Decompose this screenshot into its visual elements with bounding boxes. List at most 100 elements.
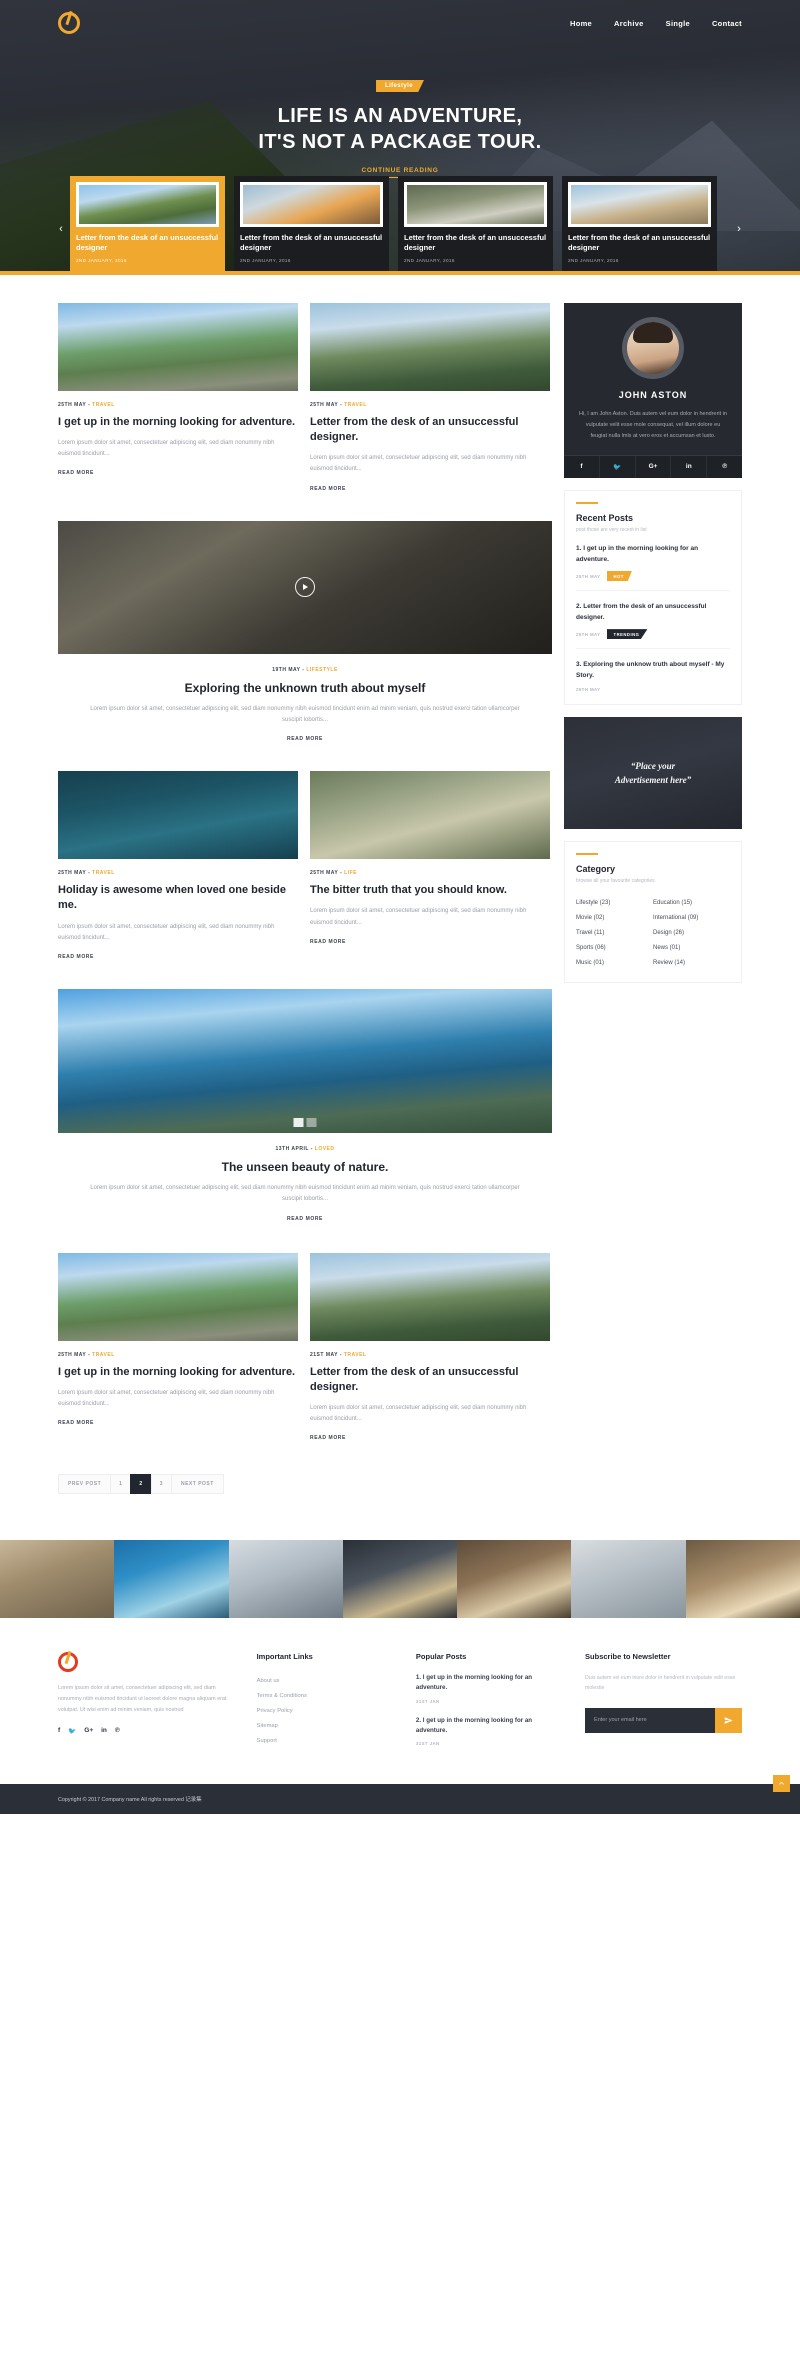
pagination-page-3[interactable]: 3 (150, 1474, 172, 1495)
play-icon[interactable] (295, 577, 315, 598)
footer-link-sitemap[interactable]: Sitemap (257, 1718, 394, 1733)
post-title[interactable]: The unseen beauty of nature. (58, 1159, 552, 1176)
gallery-image[interactable] (457, 1540, 572, 1619)
twitter-icon[interactable]: 🐦 (68, 1727, 76, 1735)
post-title[interactable]: The bitter truth that you should know. (310, 883, 550, 898)
post-read-more-button[interactable]: READ MORE (287, 1216, 323, 1222)
gallery-image[interactable] (0, 1540, 115, 1619)
pagination-next-button[interactable]: NEXT POST (170, 1474, 224, 1495)
category-item-movie[interactable]: Movie (02) (576, 910, 653, 925)
gallery-image[interactable] (342, 1540, 458, 1619)
logo-icon[interactable] (58, 12, 80, 34)
category-item-design[interactable]: Design (26) (653, 925, 730, 940)
footer-popular-item[interactable]: 2. I get up in the morning looking for a… (416, 1716, 563, 1747)
carousel-next-arrow-icon[interactable]: › (730, 223, 748, 271)
carousel-card[interactable]: Letter from the desk of an unsuccessful … (70, 175, 225, 271)
post-read-more-button[interactable]: READ MORE (310, 1435, 346, 1441)
footer-logo-icon[interactable] (58, 1652, 78, 1673)
category-item-review[interactable]: Review (14) (653, 955, 730, 970)
facebook-icon[interactable]: f (58, 1727, 60, 1735)
post-category[interactable]: TRAVEL (92, 1352, 115, 1358)
footer-link-about-us[interactable]: About us (257, 1673, 394, 1688)
footer-link-privacy[interactable]: Privacy Policy (257, 1703, 394, 1718)
carousel-prev-arrow-icon[interactable]: ‹ (52, 223, 70, 271)
gallery-image[interactable] (114, 1540, 229, 1619)
twitter-icon[interactable]: 🐦 (599, 456, 636, 478)
category-item-international[interactable]: International (09) (653, 910, 730, 925)
post-category[interactable]: TRAVEL (92, 402, 115, 408)
recent-post-item[interactable]: 3. Exploring the unknow truth about myse… (576, 649, 730, 692)
recent-post-item[interactable]: 2. Letter from the desk of an unsuccessf… (576, 591, 730, 650)
carousel-card[interactable]: Letter from the desk of an unsuccessful … (398, 175, 553, 271)
facebook-icon[interactable]: f (564, 456, 600, 478)
advertisement-widget[interactable]: “Place your Advertisement here” (564, 717, 742, 830)
post-read-more-button[interactable]: READ MORE (58, 954, 94, 960)
linkedin-icon[interactable]: in (101, 1727, 107, 1735)
post-category[interactable]: TRAVEL (344, 1352, 367, 1358)
post-category[interactable]: LIFE (344, 870, 357, 876)
slider-dot[interactable] (293, 1117, 304, 1127)
gallery-image[interactable] (685, 1540, 800, 1619)
post-list-column: 25TH MAY - TRAVEL I get up in the mornin… (58, 303, 552, 1530)
google-plus-icon[interactable]: G+ (635, 456, 672, 478)
hero-category-badge[interactable]: Lifestyle (376, 80, 424, 92)
post-category[interactable]: LOVED (315, 1146, 335, 1152)
pagination-page-2[interactable]: 2 (130, 1474, 152, 1495)
nav-item-contact[interactable]: Contact (712, 19, 742, 28)
nav-item-archive[interactable]: Archive (614, 19, 644, 28)
recent-post-date: 25TH MAY (576, 687, 601, 693)
recent-post-item[interactable]: 1. I get up in the morning looking for a… (576, 533, 730, 592)
carousel-thumbnail (568, 181, 711, 227)
nav-item-home[interactable]: Home (570, 19, 592, 28)
pagination-page-1[interactable]: 1 (110, 1474, 132, 1495)
newsletter-email-input[interactable] (585, 1707, 715, 1733)
main-content: 25TH MAY - TRAVEL I get up in the mornin… (0, 275, 800, 1530)
post-category[interactable]: TRAVEL (92, 870, 115, 876)
carousel-card[interactable]: Letter from the desk of an unsuccessful … (562, 175, 717, 271)
gallery-image[interactable] (571, 1540, 686, 1619)
google-plus-icon[interactable]: G+ (84, 1727, 93, 1735)
post-title[interactable]: Letter from the desk of an unsuccessful … (310, 1365, 550, 1395)
nav-item-single[interactable]: Single (666, 19, 690, 28)
pinterest-icon[interactable]: ℗ (707, 456, 742, 478)
footer-popular-item[interactable]: 1. I get up in the morning looking for a… (416, 1673, 563, 1704)
category-item-travel[interactable]: Travel (11) (576, 925, 653, 940)
pagination-prev-button[interactable]: PREV POST (58, 1474, 112, 1495)
category-item-sports[interactable]: Sports (06) (576, 940, 653, 955)
footer-link-terms[interactable]: Terms & Conditions (257, 1688, 394, 1703)
post-card[interactable]: 21ST MAY - TRAVEL Letter from the desk o… (310, 1252, 550, 1445)
carousel-card[interactable]: Letter from the desk of an unsuccessful … (234, 175, 389, 271)
post-card[interactable]: 25TH MAY - LIFE The bitter truth that yo… (310, 771, 550, 963)
gallery-image[interactable] (228, 1540, 343, 1619)
slider-dot[interactable] (306, 1117, 317, 1127)
post-card[interactable]: 25TH MAY - TRAVEL I get up in the mornin… (58, 1252, 298, 1445)
post-meta: 19TH MAY - LIFESTYLE (272, 666, 338, 673)
post-read-more-button[interactable]: READ MORE (310, 939, 346, 945)
post-category[interactable]: LIFESTYLE (306, 667, 337, 673)
category-item-music[interactable]: Music (01) (576, 955, 653, 970)
footer-popular-title: Popular Posts (415, 1652, 467, 1662)
pinterest-icon[interactable]: ℗ (115, 1727, 120, 1735)
post-title[interactable]: Exploring the unknown truth about myself (58, 680, 552, 697)
send-icon[interactable] (715, 1707, 742, 1733)
chevron-up-icon[interactable] (773, 1775, 790, 1793)
category-item-lifestyle[interactable]: Lifestyle (23) (576, 895, 653, 910)
post-title[interactable]: Letter from the desk of an unsuccessful … (310, 415, 550, 445)
post-title[interactable]: Holiday is awesome when loved one beside… (58, 883, 298, 913)
category-item-news[interactable]: News (01) (653, 940, 730, 955)
post-read-more-button[interactable]: READ MORE (310, 486, 346, 492)
post-category[interactable]: TRAVEL (344, 402, 367, 408)
post-card[interactable]: 25TH MAY - TRAVEL Holiday is awesome whe… (58, 771, 298, 963)
post-read-more-button[interactable]: READ MORE (58, 1420, 94, 1426)
post-read-more-button[interactable]: READ MORE (58, 470, 94, 476)
post-card[interactable]: 25TH MAY - TRAVEL I get up in the mornin… (58, 303, 298, 495)
linkedin-icon[interactable]: in (671, 456, 708, 478)
hero-section: Home Archive Single Contact Lifestyle LI… (0, 0, 800, 275)
post-read-more-button[interactable]: READ MORE (287, 736, 323, 742)
video-thumbnail[interactable] (58, 520, 552, 654)
footer-link-support[interactable]: Support (257, 1733, 394, 1748)
post-title[interactable]: I get up in the morning looking for adve… (58, 1365, 298, 1380)
category-item-education[interactable]: Education (15) (653, 895, 730, 910)
post-title[interactable]: I get up in the morning looking for adve… (58, 415, 298, 430)
post-card[interactable]: 25TH MAY - TRAVEL Letter from the desk o… (310, 303, 550, 495)
